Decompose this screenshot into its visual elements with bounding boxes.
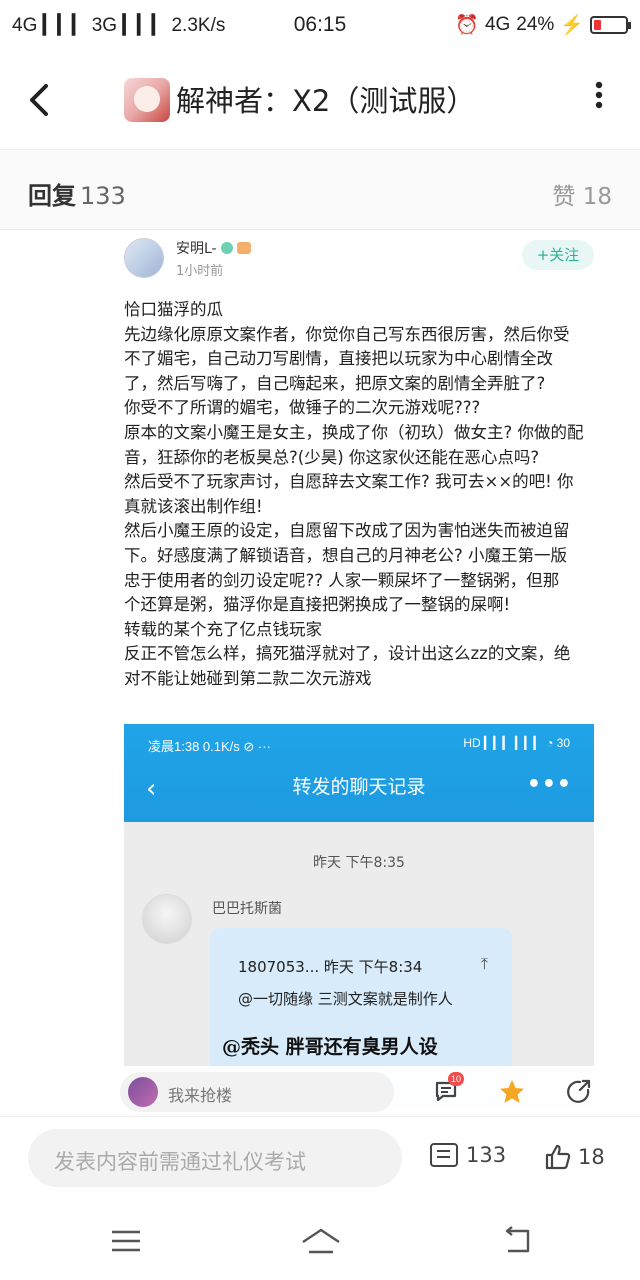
grab-floor-input[interactable]: 我来抢楼 — [120, 1072, 394, 1112]
like-tab[interactable]: 赞 18 — [552, 177, 612, 211]
network-type: 4G — [484, 14, 511, 35]
favorite-button[interactable] — [498, 1078, 526, 1106]
menu-nav-button[interactable] — [106, 1226, 146, 1260]
status-bar: 4G ▎▎▎ 3G ▎▎▎ 2.3K/s 06:15 ⏰ 4G 24% ⚡ — [0, 0, 640, 50]
post-line: 不了媚宅，自己动刀写剧情，直接把以玩家为中心剧情全改 — [124, 349, 553, 369]
bubble-message: @一切随缘 三测文案就是制作人 — [238, 990, 453, 1008]
back-button[interactable] — [24, 82, 54, 118]
comment-icon — [430, 1143, 458, 1167]
embedded-screenshot[interactable]: 凌晨1:38 0.1K/s ⊘ ··· HD ▎▎▎ ▎▎▎ ◔ 30 ‹ 转发… — [124, 724, 594, 1110]
home-nav-button[interactable] — [298, 1226, 344, 1260]
chat-status-right: HD ▎▎▎ ▎▎▎ ◔ 30 — [463, 736, 570, 750]
return-icon — [505, 1226, 530, 1253]
battery-fill — [594, 20, 601, 30]
thumbs-up-icon — [545, 1144, 571, 1170]
like-button[interactable]: 18 — [544, 1143, 605, 1171]
reply-count: 133 — [80, 182, 126, 210]
game-badge-icon — [236, 242, 251, 254]
comment-bar: 发表内容前需通过礼仪考试 133 18 — [0, 1116, 640, 1206]
username-row: 安明L- — [176, 238, 251, 258]
game-icon[interactable] — [124, 78, 170, 122]
bubble-meta: 1807053... 昨天 下午8:34 — [238, 958, 423, 976]
level-badge-icon — [220, 242, 233, 254]
post-card: 安明L- 1小时前 +关注 恰口猫浮的瓜 先边缘化原原文案作者，你觉你自己写东西… — [106, 230, 616, 1110]
back-nav-button[interactable] — [498, 1226, 534, 1260]
chat-more-icon: ••• — [526, 772, 572, 797]
more-button[interactable] — [594, 80, 604, 121]
alarm-icon: ⏰ — [455, 15, 479, 36]
chat-sender-name: 巴巴托斯菌 — [212, 901, 282, 917]
star-icon — [500, 1080, 524, 1103]
floating-action-bar: 我来抢楼 10 — [0, 1066, 640, 1116]
post-line: 音，狂舔你的老板昊总?(少昊) 你这家伙还能在恶心点吗? — [124, 447, 540, 467]
post-line: 个还算是粥，猫浮你是直接把粥换成了一整锅的屎啊! — [124, 595, 511, 615]
avatar[interactable] — [124, 238, 164, 278]
like-label: 赞 — [552, 184, 576, 210]
post-line: 然后受不了玩家声讨，自愿辞去文案工作? 我可去××的吧! 你 — [124, 472, 574, 492]
post-line: 真就该滚出制作组! — [124, 496, 263, 516]
my-avatar — [128, 1077, 158, 1107]
comment-input[interactable]: 发表内容前需通过礼仪考试 — [28, 1129, 402, 1187]
chat-title: 转发的聊天记录 — [292, 776, 426, 798]
share-icon — [567, 1079, 591, 1103]
system-nav-bar — [0, 1206, 640, 1280]
status-right: ⏰ 4G 24% ⚡ — [455, 13, 631, 37]
post-line: 忠于使用者的剑刃设定呢?? 人家一颗屎坏了一整锅粥，但那 — [124, 570, 560, 590]
battery-percent: 24% — [516, 14, 555, 35]
chat-sender-avatar — [142, 894, 192, 944]
reply-label: 回复 — [28, 182, 76, 210]
username[interactable]: 安明L- — [176, 238, 217, 258]
post-line: 然后小魔王原的设定，自愿留下改成了因为害怕迷失而被迫留 — [124, 521, 570, 541]
page-title: 解神者：X2（测试服） — [176, 84, 476, 118]
chat-time-divider: 昨天 下午8:35 — [313, 855, 405, 871]
like-count: 18 — [582, 184, 612, 210]
pin-top-icon: ⤒ — [480, 954, 488, 973]
chat-header: 凌晨1:38 0.1K/s ⊘ ··· HD ▎▎▎ ▎▎▎ ◔ 30 ‹ 转发… — [124, 724, 594, 822]
battery-icon — [590, 16, 631, 34]
menu-icon — [112, 1230, 140, 1252]
share-button[interactable] — [565, 1078, 593, 1106]
post-line: 反正不管怎么样，搞死猫浮就对了，设计出这么zz的文案，绝 — [124, 644, 571, 664]
comment-placeholder: 发表内容前需通过礼仪考试 — [54, 1150, 306, 1174]
post-line: 下。好感度满了解锁语音，想自己的月神老公? 小魔王第一版 — [124, 545, 568, 565]
grab-floor-placeholder: 我来抢楼 — [168, 1086, 233, 1105]
post-line: 先边缘化原原文案作者，你觉你自己写东西很厉害，然后你受 — [124, 324, 570, 344]
post-line: 了，然后写嗨了，自己嗨起来，把原文案的剧情全弄脏了? — [124, 373, 546, 393]
charging-icon: ⚡ — [560, 15, 584, 36]
post-line: 你受不了所谓的媚宅，做锤子的二次元游戏呢??? — [124, 398, 481, 418]
top-app-bar: 解神者：X2（测试服） — [0, 50, 640, 150]
more-vertical-icon — [595, 81, 603, 109]
bubble-message-bold: @秃头 胖哥还有臭男人设 — [222, 1036, 438, 1058]
like-count-bottom: 18 — [578, 1145, 605, 1169]
notification-badge: 10 — [448, 1072, 465, 1086]
chat-status-left: 凌晨1:38 0.1K/s ⊘ ··· — [148, 739, 271, 754]
chevron-left-icon — [30, 84, 48, 116]
post-time: 1小时前 — [176, 264, 224, 279]
post-line: 原本的文案小魔王是女主，换成了你（初玖）做女主? 你做的配 — [124, 422, 584, 442]
post-body: 恰口猫浮的瓜 先边缘化原原文案作者，你觉你自己写东西很厉害，然后你受 不了媚宅，… — [124, 298, 594, 692]
home-icon — [302, 1228, 340, 1254]
reply-summary-bar: 回复 133 赞 18 — [0, 150, 640, 230]
reply-tab[interactable]: 回复 133 — [28, 176, 126, 211]
follow-button[interactable]: +关注 — [522, 240, 594, 270]
post-line: 恰口猫浮的瓜 — [124, 300, 223, 319]
post-line: 对不能让她碰到第二款二次元游戏 — [124, 668, 372, 688]
comment-count: 133 — [466, 1143, 507, 1167]
post-line: 转载的某个充了亿点钱玩家 — [124, 619, 322, 639]
comments-button[interactable]: 133 — [430, 1143, 506, 1167]
